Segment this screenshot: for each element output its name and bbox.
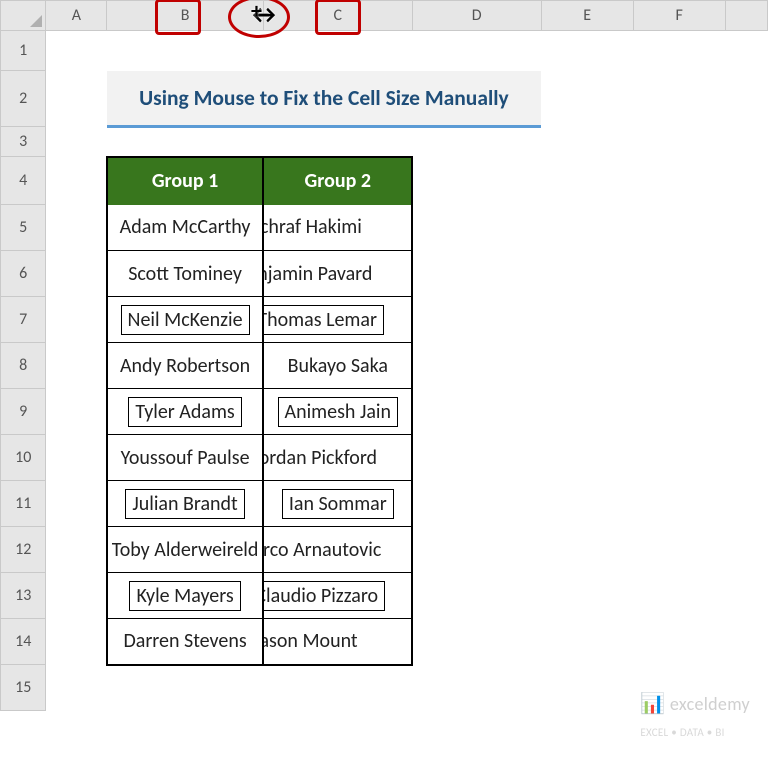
row-header-6[interactable]: 6 [1, 251, 46, 297]
cell-c12[interactable]: Marco Arnautovic [263, 527, 412, 573]
row-header-5[interactable]: 5 [1, 205, 46, 251]
title-cell[interactable]: Using Mouse to Fix the Cell Size Manuall… [107, 71, 541, 127]
cell-c13[interactable]: Claudio Pizzaro [263, 573, 412, 619]
cell-c14[interactable]: Mason Mount [263, 619, 412, 665]
cell-c8[interactable]: Bukayo Saka [263, 343, 412, 389]
cell-c6[interactable]: Benjamin Pavard [263, 251, 412, 297]
watermark: 📊 exceldemy EXCEL • DATA • BI [640, 691, 750, 738]
cell-c11[interactable]: Ian Sommar [263, 481, 412, 527]
cell-b9[interactable]: Tyler Adams [107, 389, 264, 435]
cell-b7[interactable]: Neil McKenzie [107, 297, 264, 343]
cell-b12[interactable]: Toby Alderweireld [107, 527, 264, 573]
col-header-overflow[interactable] [725, 1, 767, 31]
row-header-1[interactable]: 1 [1, 31, 46, 71]
cell-b11[interactable]: Julian Brandt [107, 481, 264, 527]
row-header-12[interactable]: 12 [1, 527, 46, 573]
cell-c9[interactable]: Animesh Jain [263, 389, 412, 435]
cell-b10[interactable]: Youssouf Paulse [107, 435, 264, 481]
spreadsheet-grid: A B C D E F 1 2 Using Mouse to Fix the C… [0, 0, 768, 711]
row-header-4[interactable]: 4 [1, 157, 46, 205]
col-header-c[interactable]: C [263, 1, 412, 31]
row-header-14[interactable]: 14 [1, 619, 46, 665]
cell-c7[interactable]: Thomas Lemar [263, 297, 412, 343]
row-header-8[interactable]: 8 [1, 343, 46, 389]
cell-b13[interactable]: Kyle Mayers [107, 573, 264, 619]
row-header-7[interactable]: 7 [1, 297, 46, 343]
col-header-b[interactable]: B [107, 1, 264, 31]
col-header-d[interactable]: D [412, 1, 541, 31]
select-all-corner[interactable] [1, 1, 46, 31]
row-header-11[interactable]: 11 [1, 481, 46, 527]
cell-c10[interactable]: Jordan Pickford [263, 435, 412, 481]
row-header-3[interactable]: 3 [1, 127, 46, 157]
row-header-13[interactable]: 13 [1, 573, 46, 619]
row-header-9[interactable]: 9 [1, 389, 46, 435]
col-header-e[interactable]: E [541, 1, 633, 31]
cell-c5[interactable]: Achraf Hakimi [263, 205, 412, 251]
header-group2[interactable]: Group 2 [263, 157, 412, 205]
cell-b6[interactable]: Scott Tominey [107, 251, 264, 297]
header-group1[interactable]: Group 1 [107, 157, 264, 205]
col-header-a[interactable]: A [46, 1, 107, 31]
row-header-2[interactable]: 2 [1, 71, 46, 127]
cell-b8[interactable]: Andy Robertson [107, 343, 264, 389]
row-header-10[interactable]: 10 [1, 435, 46, 481]
cell-b5[interactable]: Adam McCarthy [107, 205, 264, 251]
cell-b14[interactable]: Darren Stevens [107, 619, 264, 665]
col-header-f[interactable]: F [633, 1, 725, 31]
row-header-15[interactable]: 15 [1, 665, 46, 711]
